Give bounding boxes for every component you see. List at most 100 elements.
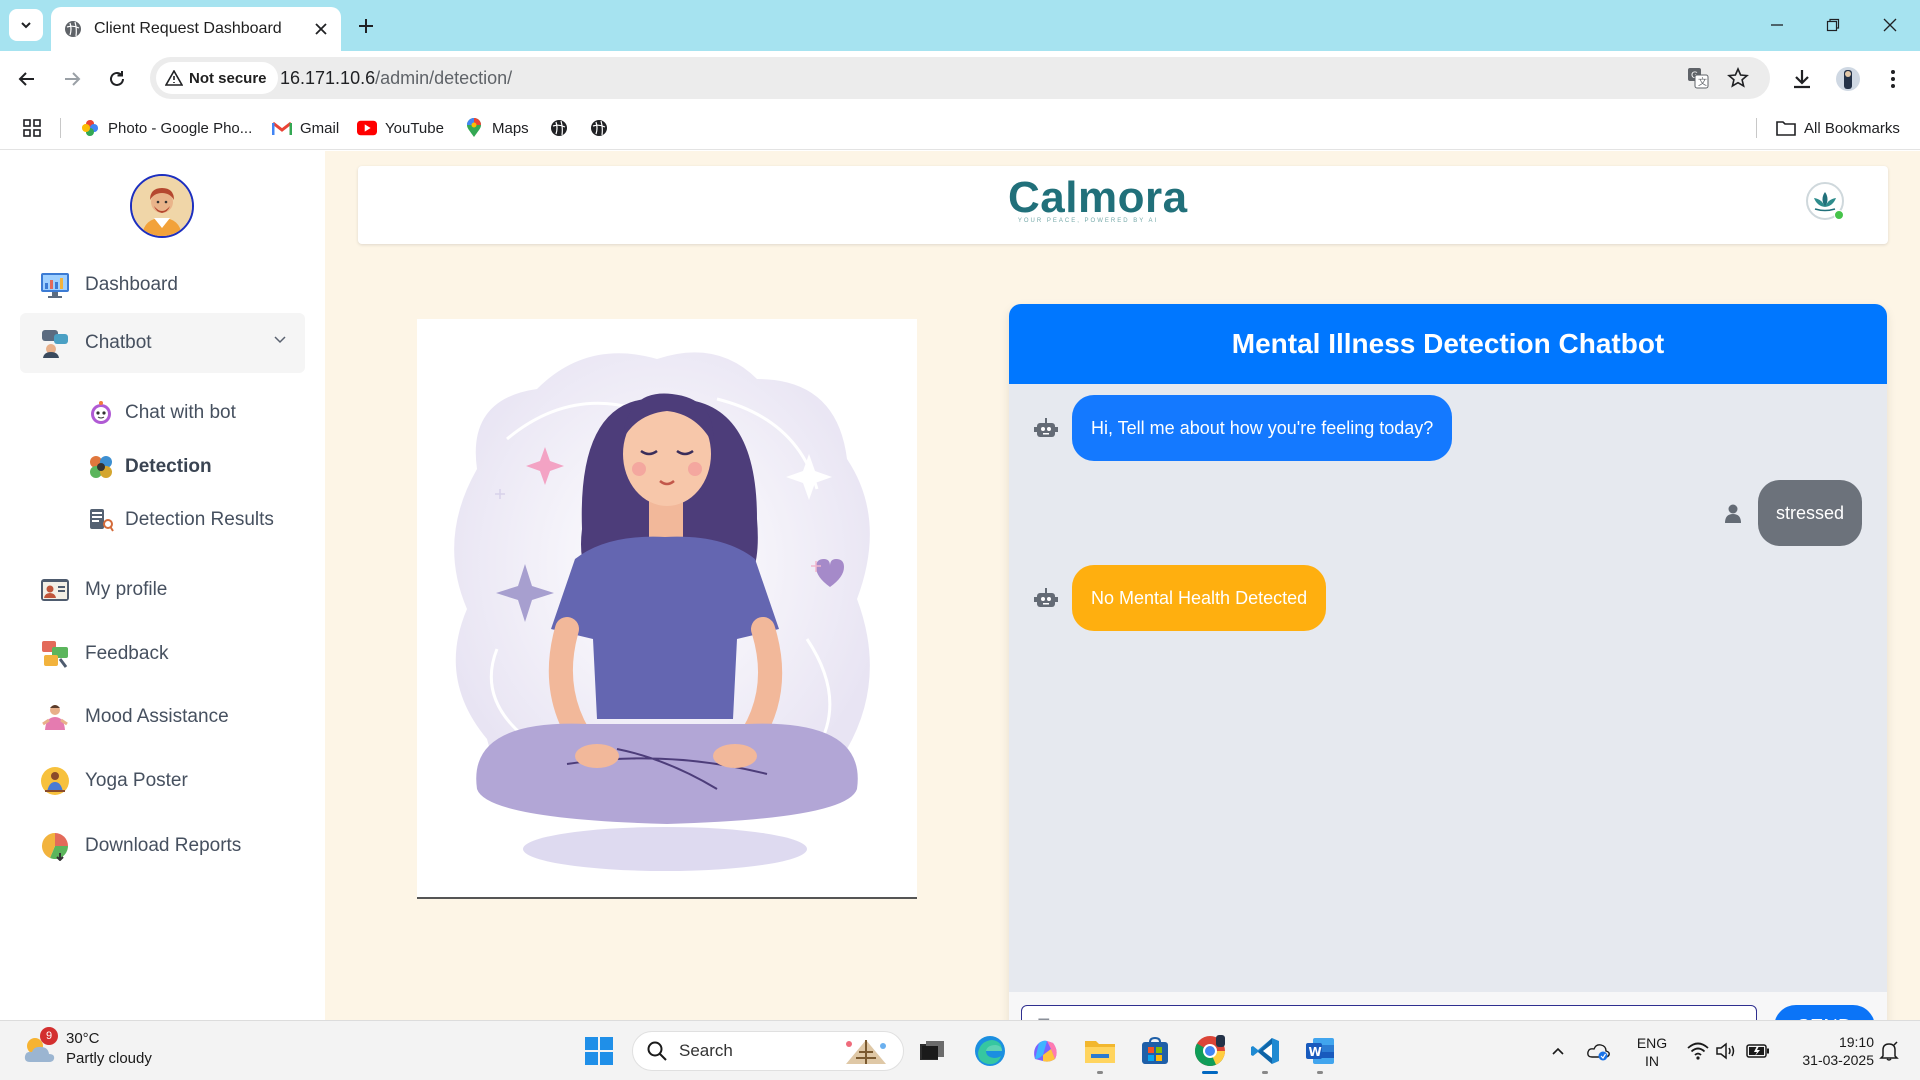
sidebar-item-yoga-poster[interactable]: Yoga Poster bbox=[20, 752, 305, 810]
chrome-icon bbox=[1195, 1035, 1225, 1067]
reload-button[interactable] bbox=[101, 63, 133, 95]
chat-message-user: stressed bbox=[1720, 480, 1862, 546]
language-indicator[interactable]: ENG IN bbox=[1632, 1034, 1672, 1070]
results-icon bbox=[88, 507, 114, 533]
wifi-status[interactable] bbox=[1685, 1033, 1711, 1069]
translate-icon[interactable]: G文 bbox=[1684, 64, 1712, 92]
sidebar-item-feedback[interactable]: Feedback bbox=[20, 625, 305, 683]
brand-logo[interactable]: Calmora YOUR PEACE, POWERED BY AI bbox=[1008, 173, 1188, 225]
address-bar[interactable]: Not secure 16.171.10.6/admin/detection/ … bbox=[150, 57, 1770, 99]
profile-avatar-button[interactable] bbox=[1832, 63, 1864, 95]
sidebar-item-label: Feedback bbox=[85, 643, 169, 664]
taskbar-vscode[interactable] bbox=[1247, 1033, 1283, 1074]
sidebar-item-label: Mood Assistance bbox=[85, 706, 229, 727]
taskbar-chrome[interactable] bbox=[1192, 1033, 1228, 1074]
word-icon: W bbox=[1306, 1038, 1334, 1064]
sidebar-subitem-chat-with-bot[interactable]: Chat with bot bbox=[88, 393, 236, 433]
taskbar-edge[interactable] bbox=[972, 1033, 1008, 1069]
url-text: 16.171.10.6/admin/detection/ bbox=[280, 68, 512, 89]
reload-icon bbox=[110, 71, 124, 86]
sidebar: Dashboard Chatbot Chat with bot Detectio… bbox=[0, 151, 325, 1020]
language-bottom: IN bbox=[1645, 1053, 1659, 1069]
weather-alert-badge: 9 bbox=[40, 1027, 58, 1045]
clock-date: 31-03-2025 bbox=[1802, 1052, 1874, 1068]
taskbar-word[interactable]: W bbox=[1302, 1033, 1338, 1074]
url-host: 16.171.10.6 bbox=[280, 68, 376, 88]
svg-text:文: 文 bbox=[1698, 76, 1707, 88]
minimize-button[interactable] bbox=[1762, 10, 1792, 40]
bookmark-globe-2[interactable] bbox=[589, 116, 617, 140]
bookmark-google-photos[interactable]: Photo - Google Pho... bbox=[80, 116, 252, 140]
weather-widget[interactable]: 9 30°C Partly cloudy bbox=[22, 1027, 152, 1069]
sidebar-item-my-profile[interactable]: My profile bbox=[20, 561, 305, 619]
apps-button[interactable] bbox=[22, 116, 42, 140]
forward-button[interactable] bbox=[56, 63, 88, 95]
download-icon bbox=[1794, 70, 1810, 89]
arrow-left-icon bbox=[18, 72, 34, 86]
sidebar-item-chatbot[interactable]: Chatbot bbox=[20, 313, 305, 373]
sidebar-item-label: My profile bbox=[85, 579, 168, 600]
battery-charging-icon bbox=[1746, 1044, 1769, 1058]
battery-status[interactable] bbox=[1743, 1033, 1773, 1069]
bookmark-youtube[interactable]: YouTube bbox=[357, 116, 444, 140]
task-view-button[interactable] bbox=[914, 1033, 950, 1069]
bookmark-maps[interactable]: Maps bbox=[464, 116, 529, 140]
meditation-illustration bbox=[417, 319, 917, 899]
user-menu-avatar[interactable] bbox=[1806, 182, 1844, 220]
show-hidden-icons[interactable] bbox=[1544, 1033, 1572, 1069]
page-content: Dashboard Chatbot Chat with bot Detectio… bbox=[0, 151, 1920, 1062]
active-tab[interactable]: Client Request Dashboard bbox=[51, 7, 341, 51]
all-bookmarks-button[interactable]: All Bookmarks bbox=[1776, 116, 1900, 140]
folder-icon bbox=[1085, 1041, 1115, 1063]
sidebar-item-download-reports[interactable]: Download Reports bbox=[20, 817, 305, 875]
security-chip[interactable]: Not secure bbox=[156, 62, 278, 94]
new-tab-button[interactable] bbox=[352, 12, 380, 40]
globe-icon bbox=[549, 118, 569, 138]
close-window-button[interactable] bbox=[1875, 10, 1905, 40]
url-path: /admin/detection/ bbox=[375, 68, 513, 88]
plus-icon bbox=[359, 19, 373, 33]
search-highlight-icon bbox=[846, 1040, 886, 1064]
user-avatar[interactable] bbox=[130, 174, 194, 238]
back-button[interactable] bbox=[11, 63, 43, 95]
brand-name: Calmora bbox=[1008, 173, 1188, 222]
sidebar-subitem-detection[interactable]: Detection bbox=[88, 447, 212, 487]
bookmark-label: Maps bbox=[492, 119, 529, 137]
edge-icon bbox=[975, 1036, 1005, 1066]
chat-message-bot-result: No Mental Health Detected bbox=[1033, 565, 1327, 631]
restore-icon bbox=[1826, 18, 1840, 32]
star-icon[interactable] bbox=[1724, 64, 1752, 92]
search-icon bbox=[647, 1041, 667, 1061]
volume-status[interactable] bbox=[1713, 1033, 1739, 1069]
lotus-icon bbox=[1814, 192, 1836, 212]
windows-icon bbox=[585, 1037, 613, 1065]
bot-face-icon bbox=[88, 400, 114, 426]
downloads-button[interactable] bbox=[1786, 63, 1818, 95]
gmail-icon bbox=[272, 118, 292, 138]
sidebar-item-label: Chatbot bbox=[85, 332, 152, 353]
taskbar-search[interactable]: Search bbox=[632, 1031, 904, 1071]
restore-button[interactable] bbox=[1818, 10, 1848, 40]
chat-message-bot: Hi, Tell me about how you're feeling tod… bbox=[1033, 395, 1453, 461]
close-tab-icon[interactable] bbox=[311, 19, 331, 39]
taskbar-store[interactable] bbox=[1137, 1033, 1173, 1069]
browser-menu-button[interactable] bbox=[1877, 63, 1909, 95]
clock[interactable]: 19:10 31-03-2025 bbox=[1778, 1033, 1874, 1069]
bookmark-globe-1[interactable] bbox=[549, 116, 577, 140]
tab-search-button[interactable] bbox=[9, 9, 43, 41]
sidebar-subitem-detection-results[interactable]: Detection Results bbox=[88, 500, 274, 540]
sidebar-item-dashboard[interactable]: Dashboard bbox=[20, 256, 305, 314]
start-button[interactable] bbox=[581, 1033, 617, 1069]
search-label: Search bbox=[679, 1041, 733, 1060]
robot-icon bbox=[1033, 415, 1059, 441]
svg-text:W: W bbox=[1309, 1045, 1322, 1059]
google-photos-icon bbox=[80, 118, 100, 138]
bookmark-gmail[interactable]: Gmail bbox=[272, 116, 339, 140]
taskbar-file-explorer[interactable] bbox=[1082, 1033, 1118, 1074]
sidebar-subitem-label: Detection bbox=[125, 456, 212, 477]
mood-icon bbox=[40, 702, 70, 732]
onedrive-status[interactable] bbox=[1584, 1033, 1612, 1069]
taskbar-copilot[interactable] bbox=[1027, 1033, 1063, 1069]
notifications-button[interactable] bbox=[1874, 1033, 1904, 1069]
sidebar-item-mood-assistance[interactable]: Mood Assistance bbox=[20, 688, 305, 746]
